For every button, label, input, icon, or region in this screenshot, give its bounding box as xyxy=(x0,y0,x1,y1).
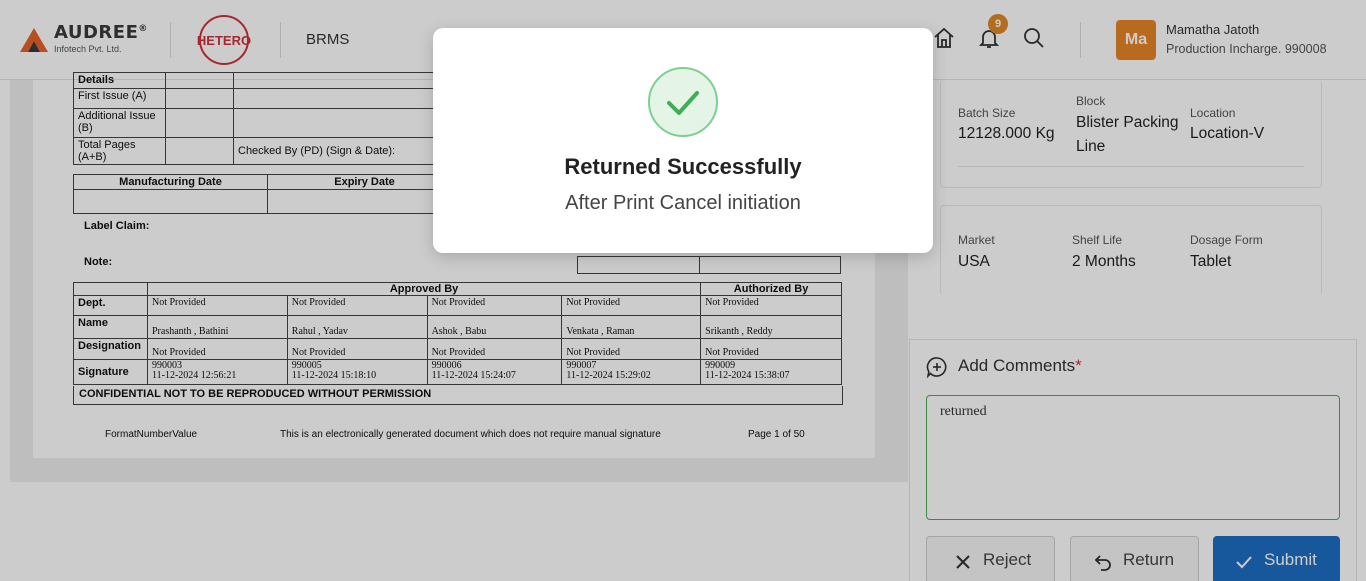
modal-message: After Print Cancel initiation xyxy=(565,192,801,214)
success-modal: Returned Successfully After Print Cancel… xyxy=(433,28,933,253)
success-icon xyxy=(648,67,718,137)
checkmark-icon xyxy=(667,91,699,115)
modal-title: Returned Successfully xyxy=(564,154,802,179)
